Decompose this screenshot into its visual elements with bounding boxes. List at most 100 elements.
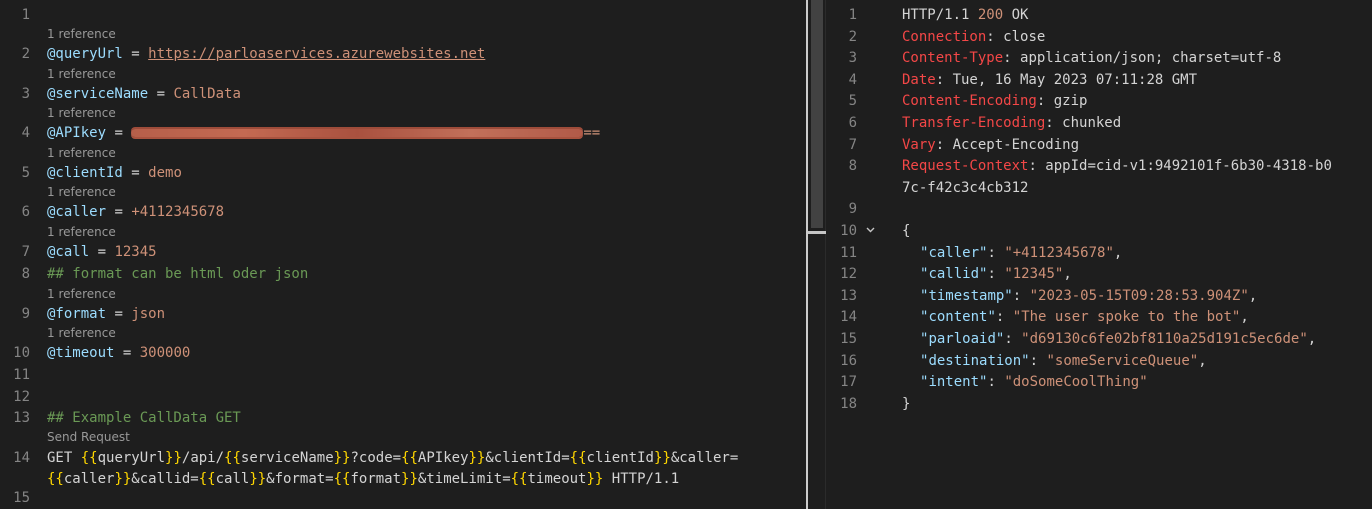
template-brace: }} [165, 450, 182, 466]
colon: : [1028, 158, 1046, 175]
variable-value: 12345 [114, 244, 157, 260]
url-part: /api/ [181, 450, 225, 466]
template-brace: }} [586, 471, 604, 487]
json-open-brace: { [902, 223, 911, 239]
line-number: 12 [13, 389, 30, 405]
line-number: 8 [21, 266, 30, 282]
json-quote: " [1139, 374, 1148, 391]
colon: : [1003, 50, 1021, 67]
http-response-viewer[interactable]: 1 HTTP/1.1 200 OK 2 Connection: close 3 Conte… [808, 0, 1372, 509]
json-value: +4112345678 [1012, 244, 1106, 261]
line-number: 13 [840, 287, 857, 304]
send-request-codelens[interactable]: Send Request [47, 430, 806, 444]
api-key-tail: == [583, 125, 601, 141]
variable-declaration[interactable]: @format = json [47, 306, 806, 322]
reference-codelens[interactable]: 1 reference [47, 287, 806, 301]
reference-codelens[interactable]: 1 reference [47, 185, 806, 199]
variable-declaration[interactable]: @call = 12345 [47, 244, 806, 260]
template-brace: }} [653, 450, 671, 466]
variable-value: 300000 [139, 345, 191, 361]
template-brace: }} [114, 471, 132, 487]
url-part: &callid= [131, 471, 199, 487]
variable-declaration[interactable]: @queryUrl = https://parloaservices.azure… [47, 46, 806, 62]
response-header: Connection: close [902, 29, 1372, 45]
status-text: OK [1003, 7, 1029, 23]
variable-declaration[interactable]: @caller = +4112345678 [47, 204, 806, 220]
variable-name: @timeout [47, 345, 115, 361]
json-colon: : [1029, 352, 1047, 369]
template-brace: {{ [510, 471, 528, 487]
json-value: doSomeCoolThing [1012, 374, 1140, 391]
template-brace: {{ [224, 450, 241, 466]
request-line-wrap[interactable]: {{caller}}&callid={{call}}&format={{form… [47, 471, 806, 487]
line-number: 14 [13, 450, 30, 466]
template-brace: {{ [80, 450, 98, 466]
json-quote: " [1012, 309, 1022, 326]
line-number: 14 [840, 309, 857, 326]
template-brace: {{ [47, 471, 64, 487]
variable-value: CallData [173, 86, 241, 102]
redacted-api-key [131, 129, 584, 137]
line-number: 6 [21, 204, 30, 220]
template-variable: format [350, 471, 402, 487]
json-property: "caller": "+4112345678", [920, 245, 1372, 261]
line-number: 18 [840, 395, 857, 412]
json-quote: " [1004, 287, 1013, 304]
assign-operator: = [122, 46, 149, 62]
line-number: 1 [21, 7, 30, 23]
url-part: &caller= [670, 450, 739, 466]
line-number: 15 [840, 331, 857, 347]
variable-declaration[interactable]: @serviceName = CallData [47, 86, 806, 102]
variable-value: +4112345678 [131, 204, 225, 220]
status-code: 200 [977, 7, 1004, 23]
json-key: caller [928, 244, 980, 261]
query-url-link[interactable]: https://parloaservices.azurewebsites.net [148, 46, 485, 62]
response-header: Vary: Accept-Encoding [902, 137, 1372, 153]
assign-operator: = [106, 306, 132, 322]
template-brace: }} [333, 450, 351, 466]
line-number: 16 [840, 352, 857, 369]
json-comma: , [1248, 287, 1258, 304]
url-part: ?code= [350, 450, 402, 466]
header-name: Transfer-Encoding [902, 115, 1046, 131]
line-number: 9 [848, 201, 857, 218]
url-part: HTTP/1.1 [603, 471, 680, 487]
json-quote: " [1029, 287, 1039, 304]
json-colon: : [1012, 287, 1030, 304]
template-brace: {{ [198, 471, 216, 487]
variable-declaration[interactable]: @clientId = demo [47, 165, 806, 181]
line-number: 3 [21, 86, 30, 102]
reference-codelens[interactable]: 1 reference [47, 225, 806, 239]
request-line[interactable]: GET {{queryUrl}}/api/{{serviceName}}?cod… [47, 450, 806, 466]
json-quote: " [1046, 352, 1055, 369]
url-part: &format= [266, 471, 334, 487]
variable-value: json [131, 306, 166, 322]
http-request-editor[interactable]: 1 1 reference 2 @queryUrl = https://parloas… [0, 0, 806, 509]
json-key: timestamp [928, 287, 1005, 304]
reference-codelens[interactable]: 1 reference [47, 27, 806, 41]
variable-declaration[interactable]: @APIkey = == [47, 125, 806, 141]
template-variable: serviceName [240, 450, 334, 466]
reference-codelens[interactable]: 1 reference [47, 326, 806, 340]
assign-operator: = [106, 125, 132, 141]
json-quote: " [1004, 244, 1013, 261]
header-value: application/json; charset=utf-8 [1020, 50, 1282, 67]
json-colon: : [995, 309, 1013, 326]
variable-declaration[interactable]: @timeout = 300000 [47, 345, 806, 361]
reference-codelens[interactable]: 1 reference [47, 67, 806, 81]
json-colon: : [1004, 331, 1022, 347]
reference-codelens[interactable]: 1 reference [47, 106, 806, 120]
line-number: 10 [840, 223, 857, 239]
reference-codelens[interactable]: 1 reference [47, 146, 806, 160]
url-part: &timeLimit= [417, 471, 511, 487]
template-variable: call [215, 471, 250, 487]
variable-name: @call [47, 244, 90, 260]
response-header: Transfer-Encoding: chunked [902, 115, 1372, 131]
json-quote: " [1189, 352, 1199, 369]
response-header: Content-Type: application/json; charset=… [902, 50, 1372, 66]
line-number: 10 [13, 345, 30, 361]
header-value: Accept-Encoding [952, 136, 1080, 153]
json-quote: " [1021, 331, 1030, 347]
assign-operator: = [122, 165, 149, 181]
